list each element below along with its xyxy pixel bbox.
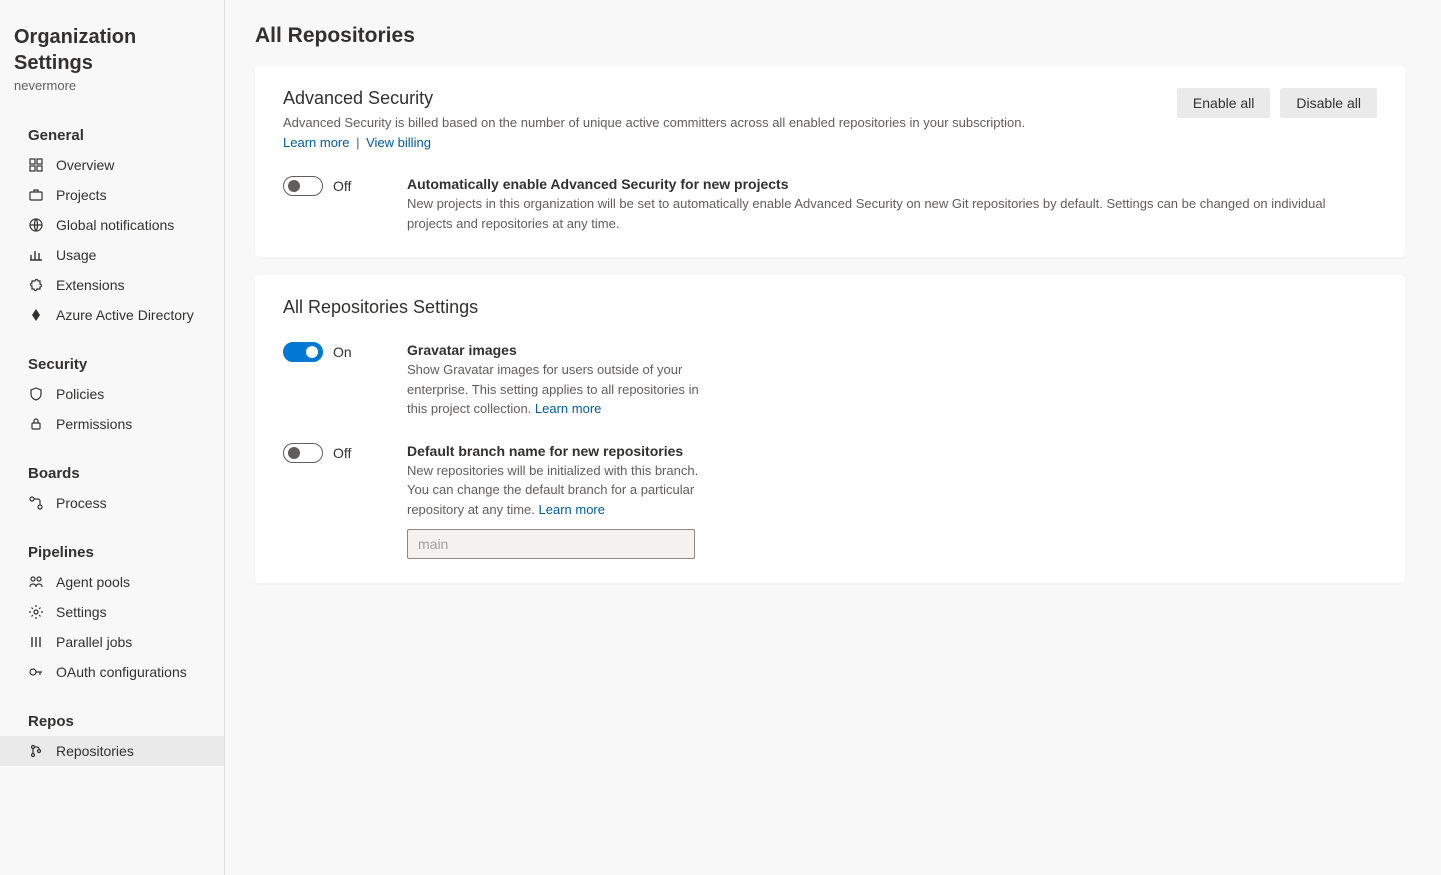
repo-icon: [28, 743, 44, 759]
auto-enable-toggle-state: Off: [333, 178, 351, 194]
shield-icon: [28, 386, 44, 402]
sidebar-item-global-notifications[interactable]: Global notifications: [0, 210, 224, 240]
sidebar-item-oauth[interactable]: OAuth configurations: [0, 657, 224, 687]
sidebar-item-projects[interactable]: Projects: [0, 180, 224, 210]
default-branch-toggle[interactable]: [283, 443, 323, 463]
sidebar-group-pipelines: Pipelines: [0, 536, 224, 567]
sidebar-item-label: Settings: [56, 604, 107, 620]
sidebar-item-label: Repositories: [56, 743, 134, 759]
sidebar-item-label: Policies: [56, 386, 104, 402]
advanced-security-description: Advanced Security is billed based on the…: [283, 113, 1153, 152]
sidebar-title: Organization Settings: [14, 24, 210, 76]
enable-all-button[interactable]: Enable all: [1177, 88, 1271, 118]
sidebar-item-label: Overview: [56, 157, 114, 173]
default-branch-toggle-state: Off: [333, 445, 351, 461]
sidebar-item-agent-pools[interactable]: Agent pools: [0, 567, 224, 597]
sidebar-subtitle: nevermore: [14, 78, 210, 93]
sidebar-group-general: General: [0, 119, 224, 150]
sidebar-item-extensions[interactable]: Extensions: [0, 270, 224, 300]
sidebar-item-label: Parallel jobs: [56, 634, 132, 650]
sidebar-item-label: Projects: [56, 187, 107, 203]
advanced-security-card: Advanced Security Advanced Security is b…: [255, 66, 1405, 257]
view-billing-link[interactable]: View billing: [366, 135, 431, 150]
sidebar-item-label: Process: [56, 495, 107, 511]
sidebar-item-label: Azure Active Directory: [56, 307, 194, 323]
disable-all-button[interactable]: Disable all: [1280, 88, 1377, 118]
page-title: All Repositories: [255, 24, 1405, 48]
separator: |: [356, 135, 359, 150]
sidebar-item-aad[interactable]: Azure Active Directory: [0, 300, 224, 330]
briefcase-icon: [28, 187, 44, 203]
puzzle-icon: [28, 277, 44, 293]
auto-enable-desc: New projects in this organization will b…: [407, 194, 1327, 233]
sidebar-item-label: Usage: [56, 247, 96, 263]
default-branch-input[interactable]: [407, 529, 695, 559]
advanced-security-desc-text: Advanced Security is billed based on the…: [283, 115, 1025, 130]
grid-icon: [28, 157, 44, 173]
gravatar-learn-more-link[interactable]: Learn more: [535, 401, 601, 416]
gravatar-title: Gravatar images: [407, 342, 1327, 358]
auto-enable-toggle[interactable]: [283, 176, 323, 196]
sidebar-item-repositories[interactable]: Repositories: [0, 736, 224, 766]
sidebar-item-usage[interactable]: Usage: [0, 240, 224, 270]
learn-more-link[interactable]: Learn more: [283, 135, 349, 150]
gravatar-desc: Show Gravatar images for users outside o…: [407, 360, 717, 419]
sidebar-item-label: OAuth configurations: [56, 664, 187, 680]
sidebar-item-settings[interactable]: Settings: [0, 597, 224, 627]
sidebar-item-label: Global notifications: [56, 217, 174, 233]
advanced-security-title: Advanced Security: [283, 88, 1153, 109]
lock-icon: [28, 416, 44, 432]
sidebar-item-policies[interactable]: Policies: [0, 379, 224, 409]
sidebar-item-label: Extensions: [56, 277, 124, 293]
sidebar-group-repos: Repos: [0, 705, 224, 736]
sidebar-item-overview[interactable]: Overview: [0, 150, 224, 180]
sidebar-group-boards: Boards: [0, 457, 224, 488]
all-repos-settings-card: All Repositories Settings On Gravatar im…: [255, 275, 1405, 583]
sidebar-item-label: Permissions: [56, 416, 132, 432]
sidebar: Organization Settings nevermore General …: [0, 0, 225, 875]
sidebar-item-parallel-jobs[interactable]: Parallel jobs: [0, 627, 224, 657]
sidebar-group-security: Security: [0, 348, 224, 379]
default-branch-title: Default branch name for new repositories: [407, 443, 1327, 459]
gravatar-toggle[interactable]: [283, 342, 323, 362]
sidebar-item-process[interactable]: Process: [0, 488, 224, 518]
bar-chart-icon: [28, 247, 44, 263]
default-branch-desc: New repositories will be initialized wit…: [407, 461, 717, 520]
sidebar-item-permissions[interactable]: Permissions: [0, 409, 224, 439]
agents-icon: [28, 574, 44, 590]
gear-icon: [28, 604, 44, 620]
all-repos-title: All Repositories Settings: [283, 297, 1377, 318]
flow-icon: [28, 495, 44, 511]
key-icon: [28, 664, 44, 680]
auto-enable-title: Automatically enable Advanced Security f…: [407, 176, 1327, 192]
default-branch-learn-more-link[interactable]: Learn more: [539, 502, 605, 517]
columns-icon: [28, 634, 44, 650]
gravatar-toggle-state: On: [333, 344, 352, 360]
main-content: All Repositories Advanced Security Advan…: [225, 0, 1441, 875]
diamond-icon: [28, 307, 44, 323]
globe-icon: [28, 217, 44, 233]
sidebar-item-label: Agent pools: [56, 574, 130, 590]
